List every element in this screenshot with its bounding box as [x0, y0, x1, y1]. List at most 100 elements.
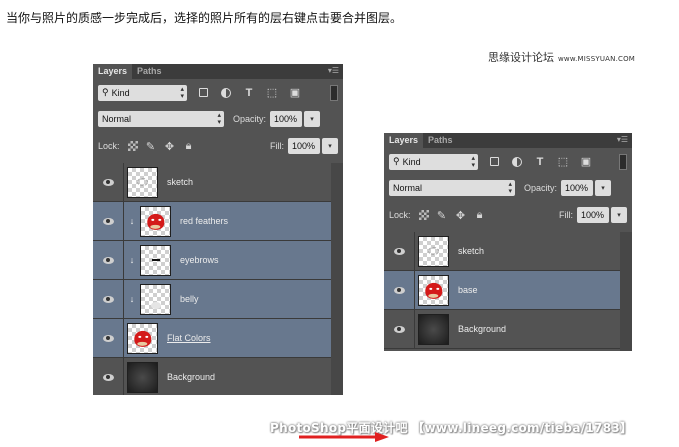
layer-thumbnail[interactable]	[140, 205, 171, 237]
layer-name[interactable]: sketch	[167, 177, 193, 187]
opacity-input[interactable]: 100%	[270, 111, 303, 127]
lock-all-icon[interactable]: 🔒︎	[183, 140, 195, 153]
kind-select[interactable]: ⚲ Kind ▴ ▾	[389, 153, 478, 170]
filter-toggle[interactable]	[619, 153, 627, 170]
smart-object-filter-icon[interactable]: ▣	[288, 87, 302, 99]
shape-filter-icon[interactable]: ⬚	[556, 156, 570, 168]
layers-panel-before: Layers Paths ▾☰ ⚲ Kind ▴ ▾ T ⬚ ▣ Normal ▴…	[93, 64, 343, 395]
smart-object-filter-icon[interactable]: ▣	[579, 156, 593, 168]
layer-thumbnail[interactable]	[127, 166, 158, 198]
blend-mode-value: Normal	[393, 183, 423, 193]
eye-icon	[393, 286, 405, 294]
adjustment-filter-icon[interactable]	[510, 156, 524, 168]
type-filter-icon[interactable]: T	[242, 87, 256, 99]
layer-name[interactable]: Flat Colors	[167, 333, 211, 343]
tab-layers[interactable]: Layers	[384, 133, 424, 148]
opacity-dropdown[interactable]: ▾	[595, 180, 612, 196]
blend-row: Normal ▴ ▾ Opacity: 100% ▾	[93, 106, 343, 132]
lock-transparency-icon[interactable]	[127, 141, 138, 151]
opacity-input[interactable]: 100%	[561, 180, 594, 196]
thumbnail-belly	[150, 302, 161, 310]
layer-thumbnail[interactable]	[140, 244, 171, 276]
kind-label: Kind	[111, 87, 130, 98]
layer-thumbnail[interactable]	[140, 283, 171, 315]
layer-row[interactable]: ↓ belly	[93, 280, 331, 319]
image-filter-icon[interactable]	[487, 156, 501, 168]
blend-mode-select[interactable]: Normal ▴ ▾	[98, 111, 224, 127]
layer-thumbnail[interactable]	[127, 361, 158, 393]
lock-brush-icon[interactable]: ✎	[145, 140, 157, 153]
opacity-value: 100%	[274, 114, 298, 124]
filter-row: ⚲ Kind ▴ ▾ T ⬚ ▣	[93, 79, 343, 106]
chevron-updown-icon: ▴ ▾	[217, 112, 221, 126]
layer-name[interactable]: Background	[167, 372, 215, 382]
panel-menu-icon[interactable]: ▾☰	[328, 66, 339, 75]
visibility-toggle[interactable]	[93, 163, 124, 201]
tab-paths[interactable]: Paths	[423, 133, 458, 148]
search-icon: ⚲	[102, 87, 109, 97]
lock-move-icon[interactable]: ✥	[455, 209, 467, 222]
layer-name[interactable]: base	[458, 285, 478, 295]
visibility-toggle[interactable]	[93, 202, 124, 240]
lock-move-icon[interactable]: ✥	[164, 140, 176, 153]
layer-row[interactable]: ↓ red feathers	[93, 202, 331, 241]
tab-layers[interactable]: Layers	[93, 64, 133, 79]
type-filter-icon[interactable]: T	[533, 156, 547, 168]
blend-mode-select[interactable]: Normal ▴ ▾	[389, 180, 515, 196]
layer-thumbnail[interactable]	[418, 313, 449, 345]
visibility-toggle[interactable]	[384, 271, 415, 309]
adjustment-filter-icon[interactable]	[219, 87, 233, 99]
lock-brush-icon[interactable]: ✎	[436, 209, 448, 222]
shape-filter-icon[interactable]: ⬚	[265, 87, 279, 99]
layer-list: sketch base Background	[384, 232, 620, 349]
fill-value: 100%	[292, 141, 316, 151]
layer-name[interactable]: sketch	[458, 246, 484, 256]
layer-row[interactable]: ↓ eyebrows	[93, 241, 331, 280]
image-filter-icon[interactable]	[196, 87, 210, 99]
opacity-dropdown[interactable]: ▾	[304, 111, 321, 127]
tab-paths[interactable]: Paths	[132, 64, 167, 79]
thumbnail-sketch	[136, 177, 149, 187]
lock-all-icon[interactable]: 🔒︎	[474, 209, 486, 222]
visibility-toggle[interactable]	[93, 241, 124, 279]
layer-row[interactable]: Background	[93, 358, 331, 395]
chevron-updown-icon: ▴ ▾	[180, 85, 184, 100]
opacity-label: Opacity:	[524, 183, 558, 193]
layer-row[interactable]: sketch	[384, 232, 620, 271]
site-logo-cn: 思缘设计论坛	[488, 51, 554, 64]
layer-name[interactable]: eyebrows	[180, 255, 219, 265]
scrollbar[interactable]	[331, 163, 343, 395]
layers-panel-after: Layers Paths ▾☰ ⚲ Kind ▴ ▾ T ⬚ ▣ Normal ▴…	[384, 133, 632, 351]
clipping-mask-icon: ↓	[129, 255, 135, 265]
blend-mode-value: Normal	[102, 114, 132, 124]
layer-row[interactable]: Background	[384, 310, 620, 349]
fill-input[interactable]: 100%	[288, 138, 320, 154]
layer-name[interactable]: Background	[458, 324, 506, 334]
layer-name[interactable]: belly	[180, 294, 199, 304]
fill-input[interactable]: 100%	[577, 207, 609, 223]
panel-tabs: Layers Paths ▾☰	[384, 133, 632, 148]
fill-dropdown[interactable]: ▾	[322, 138, 338, 154]
panel-tabs: Layers Paths ▾☰	[93, 64, 343, 79]
layer-thumbnail[interactable]	[418, 235, 449, 267]
layer-thumbnail[interactable]	[127, 322, 158, 354]
layer-name[interactable]: red feathers	[180, 216, 228, 226]
fill-dropdown[interactable]: ▾	[611, 207, 627, 223]
fill-label: Fill:	[270, 141, 284, 151]
layer-row[interactable]: base	[384, 271, 620, 310]
visibility-toggle[interactable]	[384, 310, 415, 348]
scrollbar[interactable]	[620, 232, 632, 351]
visibility-toggle[interactable]	[93, 319, 124, 357]
kind-select[interactable]: ⚲ Kind ▴ ▾	[98, 84, 187, 101]
visibility-toggle[interactable]	[384, 232, 415, 270]
layer-row[interactable]: Flat Colors	[93, 319, 331, 358]
lock-transparency-icon[interactable]	[418, 210, 429, 220]
filter-toggle[interactable]	[330, 84, 338, 101]
visibility-toggle[interactable]	[93, 358, 124, 395]
lock-label: Lock:	[98, 141, 120, 151]
search-icon: ⚲	[393, 156, 400, 166]
panel-menu-icon[interactable]: ▾☰	[617, 135, 628, 144]
visibility-toggle[interactable]	[93, 280, 124, 318]
layer-row[interactable]: sketch	[93, 163, 331, 202]
layer-thumbnail[interactable]	[418, 274, 449, 306]
